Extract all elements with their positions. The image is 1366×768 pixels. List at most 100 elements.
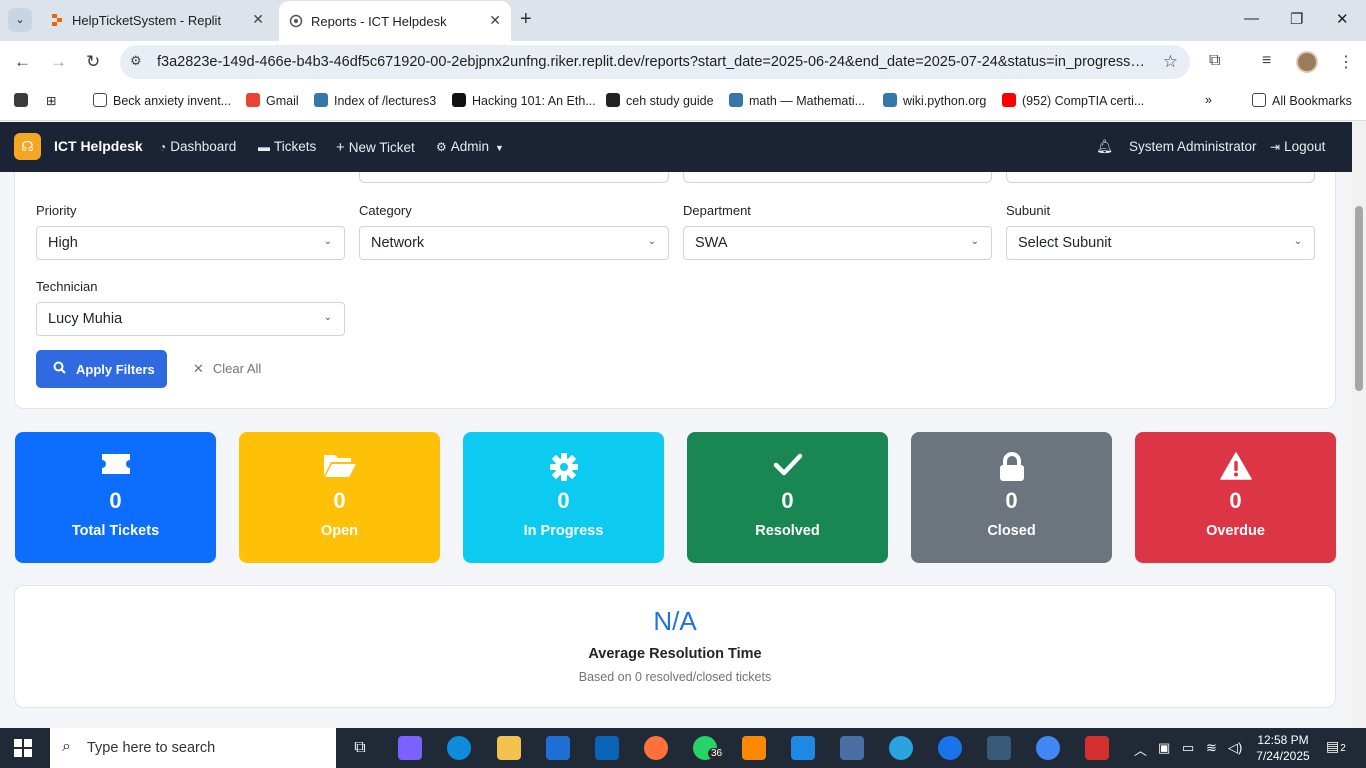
nav-dashboard[interactable]: ◔ Dashboard xyxy=(159,139,236,154)
bell-icon[interactable]: 🔔︎ xyxy=(1096,139,1113,155)
average-resolution-value: N/A xyxy=(653,606,697,636)
category-select[interactable]: Network ⌄ xyxy=(359,226,669,260)
gear-icon xyxy=(463,452,664,482)
bookmark-item[interactable]: ceh study guide xyxy=(606,93,714,108)
folder-icon xyxy=(93,93,107,107)
taskbar-search-placeholder: Type here to search xyxy=(87,740,216,756)
telegram-icon[interactable] xyxy=(889,736,913,760)
search-icon xyxy=(53,361,66,377)
restore-button[interactable]: ❐ xyxy=(1290,10,1303,28)
extensions-icon[interactable]: ⧉ xyxy=(1209,52,1220,70)
app-c-icon[interactable] xyxy=(938,736,962,760)
technician-select[interactable]: Lucy Muhia ⌄ xyxy=(36,302,345,336)
window-close-button[interactable]: ✕ xyxy=(1336,10,1349,28)
bookmark-item[interactable]: Gmail xyxy=(246,93,299,108)
taskbar-clock[interactable]: 12:58 PM 7/24/2025 xyxy=(1250,732,1316,764)
nav-logout[interactable]: ⇥ Logout xyxy=(1270,139,1325,154)
brand-name[interactable]: ICT Helpdesk xyxy=(54,138,143,154)
user-name[interactable]: System Administrator xyxy=(1129,139,1257,154)
clear-all-button[interactable]: ✕ Clear All xyxy=(193,361,261,377)
tab-title: HelpTicketSystem - Replit xyxy=(72,13,222,28)
browser-tab-bar: ⌄ HelpTicketSystem - Replit ✕ Reports - … xyxy=(0,0,1366,42)
folder-icon xyxy=(1252,93,1266,107)
camera-icon[interactable]: ▣ xyxy=(1158,740,1170,756)
bookmark-star-icon[interactable]: ☆ xyxy=(1163,52,1178,72)
notifications-icon[interactable]: ▤2 xyxy=(1326,738,1346,755)
media-controls-icon[interactable]: ≡ xyxy=(1262,52,1271,70)
reload-icon[interactable]: ↻ xyxy=(86,52,100,72)
nav-new-ticket[interactable]: + New Ticket xyxy=(336,139,415,156)
category-value: Network xyxy=(371,235,425,251)
chrome-menu-icon[interactable]: ⋮ xyxy=(1338,52,1354,72)
remote-desktop-icon[interactable] xyxy=(987,736,1011,760)
minimize-button[interactable]: — xyxy=(1244,10,1259,27)
ticket-icon xyxy=(15,452,216,482)
scrollbar-thumb[interactable] xyxy=(1355,206,1363,391)
tab-title: Reports - ICT Helpdesk xyxy=(311,14,447,29)
acrobat-icon[interactable] xyxy=(1085,736,1109,760)
department-select[interactable]: SWA ⌄ xyxy=(683,226,992,260)
battery-icon[interactable]: ▭ xyxy=(1182,740,1194,756)
tray-chevron-icon[interactable]: ︿ xyxy=(1134,740,1147,759)
network-app-icon[interactable] xyxy=(840,736,864,760)
bookmark-item[interactable]: wiki.python.org xyxy=(883,93,986,108)
profile-avatar[interactable] xyxy=(1296,51,1318,73)
bookmark-item[interactable]: (952) CompTIA certi... xyxy=(1002,93,1144,108)
nav-admin[interactable]: ⚙ Admin ▼ xyxy=(436,139,504,154)
subunit-select[interactable]: Select Subunit ⌄ xyxy=(1006,226,1315,260)
windows-taskbar: ⌕ Type here to search ⧉ 36 ︿ ▣ ▭ ≋ ◁) 12… xyxy=(0,728,1366,768)
nav-tickets[interactable]: ▬ Tickets xyxy=(258,139,316,154)
apply-filters-button[interactable]: Apply Filters xyxy=(36,350,167,388)
volume-icon[interactable]: ◁) xyxy=(1228,740,1242,756)
stat-label: Closed xyxy=(987,523,1036,539)
folder-open-icon xyxy=(239,452,440,482)
apps-icon[interactable] xyxy=(14,93,34,108)
tab-search-button[interactable]: ⌄ xyxy=(8,8,32,32)
logout-icon: ⇥ xyxy=(1270,140,1281,154)
address-bar[interactable]: ⚙ f3a2823e-149d-466e-b4b3-46df5c671920-0… xyxy=(120,45,1190,79)
copilot-icon[interactable] xyxy=(398,736,422,760)
new-tab-button[interactable]: + xyxy=(520,8,532,31)
browser-tab-replit[interactable]: HelpTicketSystem - Replit ✕ xyxy=(40,0,274,41)
vlc-icon[interactable] xyxy=(742,736,766,760)
chrome-icon[interactable] xyxy=(1036,736,1060,760)
headset-icon[interactable]: ☊ xyxy=(14,133,41,160)
ticket-icon: ▬ xyxy=(258,140,270,154)
bookmark-item[interactable]: Index of /lectures3 xyxy=(314,93,436,108)
tab-groups-icon[interactable]: ⊞ xyxy=(46,93,56,108)
stat-card-open: 0 Open xyxy=(239,432,440,563)
notification-count: 2 xyxy=(1340,743,1346,754)
edge-icon[interactable] xyxy=(447,736,471,760)
taskbar-search[interactable]: ⌕ Type here to search xyxy=(50,728,336,768)
vscode-icon[interactable] xyxy=(791,736,815,760)
stat-count: 0 xyxy=(333,488,346,513)
python-icon xyxy=(314,93,328,107)
dashboard-icon: ◔ xyxy=(159,140,167,154)
close-icon[interactable]: ✕ xyxy=(489,12,501,29)
bookmark-item[interactable]: math — Mathemati... xyxy=(729,93,865,108)
stat-label: Open xyxy=(320,523,359,539)
stat-card-resolved: 0 Resolved xyxy=(687,432,888,563)
stat-count: 0 xyxy=(109,488,122,513)
url-text[interactable]: f3a2823e-149d-466e-b4b3-46df5c671920-00-… xyxy=(157,54,1147,70)
more-bookmarks-icon[interactable]: » xyxy=(1205,93,1212,107)
firefox-icon[interactable] xyxy=(644,736,668,760)
forward-icon[interactable]: → xyxy=(50,52,67,72)
back-icon[interactable]: ← xyxy=(14,52,31,72)
wifi-icon[interactable]: ≋ xyxy=(1206,740,1217,756)
browser-tab-reports[interactable]: Reports - ICT Helpdesk ✕ xyxy=(279,1,511,42)
windows-start-icon[interactable] xyxy=(14,739,32,757)
site-info-icon[interactable]: ⚙ xyxy=(130,53,142,69)
department-value: SWA xyxy=(695,235,728,251)
bookmark-item[interactable]: Hacking 101: An Eth... xyxy=(452,93,596,108)
store-icon[interactable] xyxy=(546,736,570,760)
close-icon[interactable]: ✕ xyxy=(252,11,264,28)
priority-select[interactable]: High ⌄ xyxy=(36,226,345,260)
task-view-icon[interactable]: ⧉ xyxy=(348,736,372,760)
technician-label: Technician xyxy=(36,279,98,294)
all-bookmarks[interactable]: All Bookmarks xyxy=(1252,93,1352,108)
outlook-icon[interactable] xyxy=(595,736,619,760)
bookmark-item[interactable]: Beck anxiety invent... xyxy=(93,93,231,108)
stat-card-in-progress: 0 In Progress xyxy=(463,432,664,563)
file-explorer-icon[interactable] xyxy=(497,736,521,760)
